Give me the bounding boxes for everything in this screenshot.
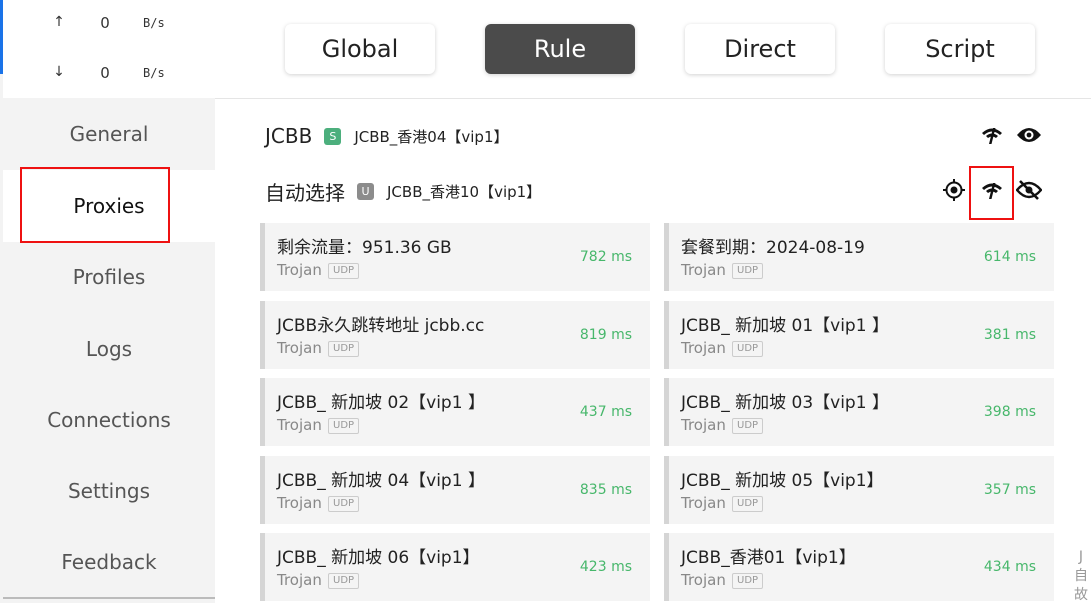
eye-off-icon[interactable]	[1016, 177, 1042, 203]
side-text-char: 自	[1074, 568, 1088, 584]
download-speed: ↓ 0 B/s	[3, 64, 215, 84]
proxy-delay[interactable]: 819 ms	[580, 327, 632, 343]
side-text-fragment: J 自 故	[1071, 548, 1091, 605]
proxy-card[interactable]: 剩余流量：951.36 GB Trojan UDP 782 ms	[260, 223, 650, 291]
group-type-badge: S	[324, 127, 342, 145]
mode-rule-button[interactable]: Rule	[485, 24, 635, 74]
test-latency-icon[interactable]	[979, 177, 1005, 203]
udp-badge: UDP	[732, 263, 764, 279]
proxy-group-header[interactable]: JCBB S JCBB_香港04【vip1】	[265, 121, 509, 151]
upload-unit: B/s	[143, 16, 165, 30]
proxy-type: Trojan	[681, 261, 726, 279]
proxy-delay[interactable]: 437 ms	[580, 404, 632, 420]
sidebar-item-label: Profiles	[72, 265, 146, 289]
proxy-delay[interactable]: 398 ms	[984, 404, 1036, 420]
proxy-delay[interactable]: 782 ms	[580, 249, 632, 265]
proxy-type: Trojan	[277, 494, 322, 512]
sidebar-divider	[3, 597, 215, 599]
mode-direct-button[interactable]: Direct	[685, 24, 835, 74]
proxy-delay[interactable]: 357 ms	[984, 482, 1036, 498]
group-selected-proxy: JCBB_香港10【vip1】	[387, 182, 542, 201]
sidebar-item-feedback[interactable]: Feedback	[3, 527, 215, 597]
proxy-name: JCBB永久跳转地址 jcbb.cc	[277, 316, 485, 336]
proxy-name: JCBB_ 新加坡 06【vip1】	[277, 548, 480, 568]
upload-speed: ↑ 0 B/s	[3, 14, 215, 34]
proxy-name: JCBB_ 新加坡 03【vip1 】	[681, 393, 889, 413]
udp-badge: UDP	[732, 496, 764, 512]
proxy-name: JCBB_ 新加坡 04【vip1 】	[277, 471, 485, 491]
locate-icon[interactable]	[941, 177, 967, 203]
proxy-delay[interactable]: 434 ms	[984, 559, 1036, 575]
proxy-delay[interactable]: 835 ms	[580, 482, 632, 498]
mode-global-button[interactable]: Global	[285, 24, 435, 74]
download-value: 0	[100, 64, 110, 82]
sidebar-item-label: Settings	[67, 479, 151, 503]
proxy-card[interactable]: 套餐到期：2024-08-19 Trojan UDP 614 ms	[664, 223, 1054, 291]
eye-icon[interactable]	[1016, 122, 1042, 148]
sidebar-item-label: General	[69, 122, 149, 146]
proxy-group-header[interactable]: 自动选择 U JCBB_香港10【vip1】	[265, 176, 541, 206]
proxy-name: 套餐到期：2024-08-19	[681, 238, 865, 258]
side-text-char: J	[1078, 549, 1084, 565]
proxy-card[interactable]: JCBB_ 新加坡 05【vip1】 Trojan UDP 357 ms	[664, 456, 1054, 524]
sidebar-item-logs[interactable]: Logs	[3, 314, 215, 384]
proxy-name: 剩余流量：951.36 GB	[277, 238, 452, 258]
sidebar-item-label: Feedback	[61, 550, 157, 574]
udp-badge: UDP	[732, 341, 764, 357]
proxy-type: Trojan	[681, 339, 726, 357]
sidebar-item-label: Connections	[47, 408, 171, 432]
proxy-type: Trojan	[277, 339, 322, 357]
mode-bar: Global Rule Direct Script	[215, 0, 1091, 99]
proxy-card[interactable]: JCBB_ 新加坡 03【vip1 】 Trojan UDP 398 ms	[664, 378, 1054, 446]
proxy-type: Trojan	[277, 571, 322, 589]
udp-badge: UDP	[328, 341, 360, 357]
udp-badge: UDP	[328, 418, 360, 434]
udp-badge: UDP	[328, 263, 360, 279]
proxy-type: Trojan	[681, 571, 726, 589]
sidebar-item-general[interactable]: General	[3, 98, 215, 170]
proxy-card[interactable]: JCBB永久跳转地址 jcbb.cc Trojan UDP 819 ms	[260, 301, 650, 369]
proxy-type: Trojan	[277, 416, 322, 434]
udp-badge: UDP	[328, 496, 360, 512]
proxy-card[interactable]: JCBB_ 新加坡 04【vip1 】 Trojan UDP 835 ms	[260, 456, 650, 524]
test-latency-icon[interactable]	[979, 122, 1005, 148]
sidebar: ↑ 0 B/s ↓ 0 B/s General Proxies Profiles…	[0, 0, 215, 603]
proxy-name: JCBB_香港01【vip1】	[681, 548, 856, 568]
sidebar-item-label: Proxies	[73, 194, 145, 218]
udp-badge: UDP	[732, 418, 764, 434]
group-type-badge: U	[357, 182, 374, 200]
group-name: 自动选择	[265, 180, 345, 205]
proxy-type: Trojan	[681, 416, 726, 434]
proxy-name: JCBB_ 新加坡 01【vip1 】	[681, 316, 889, 336]
upload-arrow-icon: ↑	[53, 14, 65, 30]
side-text-char: 故	[1074, 587, 1088, 603]
proxy-card[interactable]: JCBB_ 新加坡 06【vip1】 Trojan UDP 423 ms	[260, 533, 650, 601]
mode-script-button[interactable]: Script	[885, 24, 1035, 74]
traffic-monitor: ↑ 0 B/s ↓ 0 B/s	[3, 0, 215, 98]
sidebar-item-label: Logs	[85, 337, 133, 361]
udp-badge: UDP	[732, 573, 764, 589]
proxy-card[interactable]: JCBB_ 新加坡 01【vip1 】 Trojan UDP 381 ms	[664, 301, 1054, 369]
proxy-delay[interactable]: 381 ms	[984, 327, 1036, 343]
proxy-type: Trojan	[277, 261, 322, 279]
group-name: JCBB	[265, 124, 313, 148]
proxy-name: JCBB_ 新加坡 05【vip1】	[681, 471, 884, 491]
udp-badge: UDP	[328, 573, 360, 589]
group-selected-proxy: JCBB_香港04【vip1】	[354, 127, 509, 146]
upload-value: 0	[100, 14, 110, 32]
proxy-delay[interactable]: 614 ms	[984, 249, 1036, 265]
proxy-card[interactable]: JCBB_香港01【vip1】 Trojan UDP 434 ms	[664, 533, 1054, 601]
download-arrow-icon: ↓	[53, 64, 65, 80]
download-unit: B/s	[143, 66, 165, 80]
proxy-type: Trojan	[681, 494, 726, 512]
proxy-name: JCBB_ 新加坡 02【vip1 】	[277, 393, 485, 413]
proxy-delay[interactable]: 423 ms	[580, 559, 632, 575]
sidebar-item-profiles[interactable]: Profiles	[3, 242, 215, 312]
sidebar-item-settings[interactable]: Settings	[3, 456, 215, 526]
sidebar-item-proxies[interactable]: Proxies	[3, 170, 215, 242]
proxy-card[interactable]: JCBB_ 新加坡 02【vip1 】 Trojan UDP 437 ms	[260, 378, 650, 446]
sidebar-item-connections[interactable]: Connections	[3, 385, 215, 455]
